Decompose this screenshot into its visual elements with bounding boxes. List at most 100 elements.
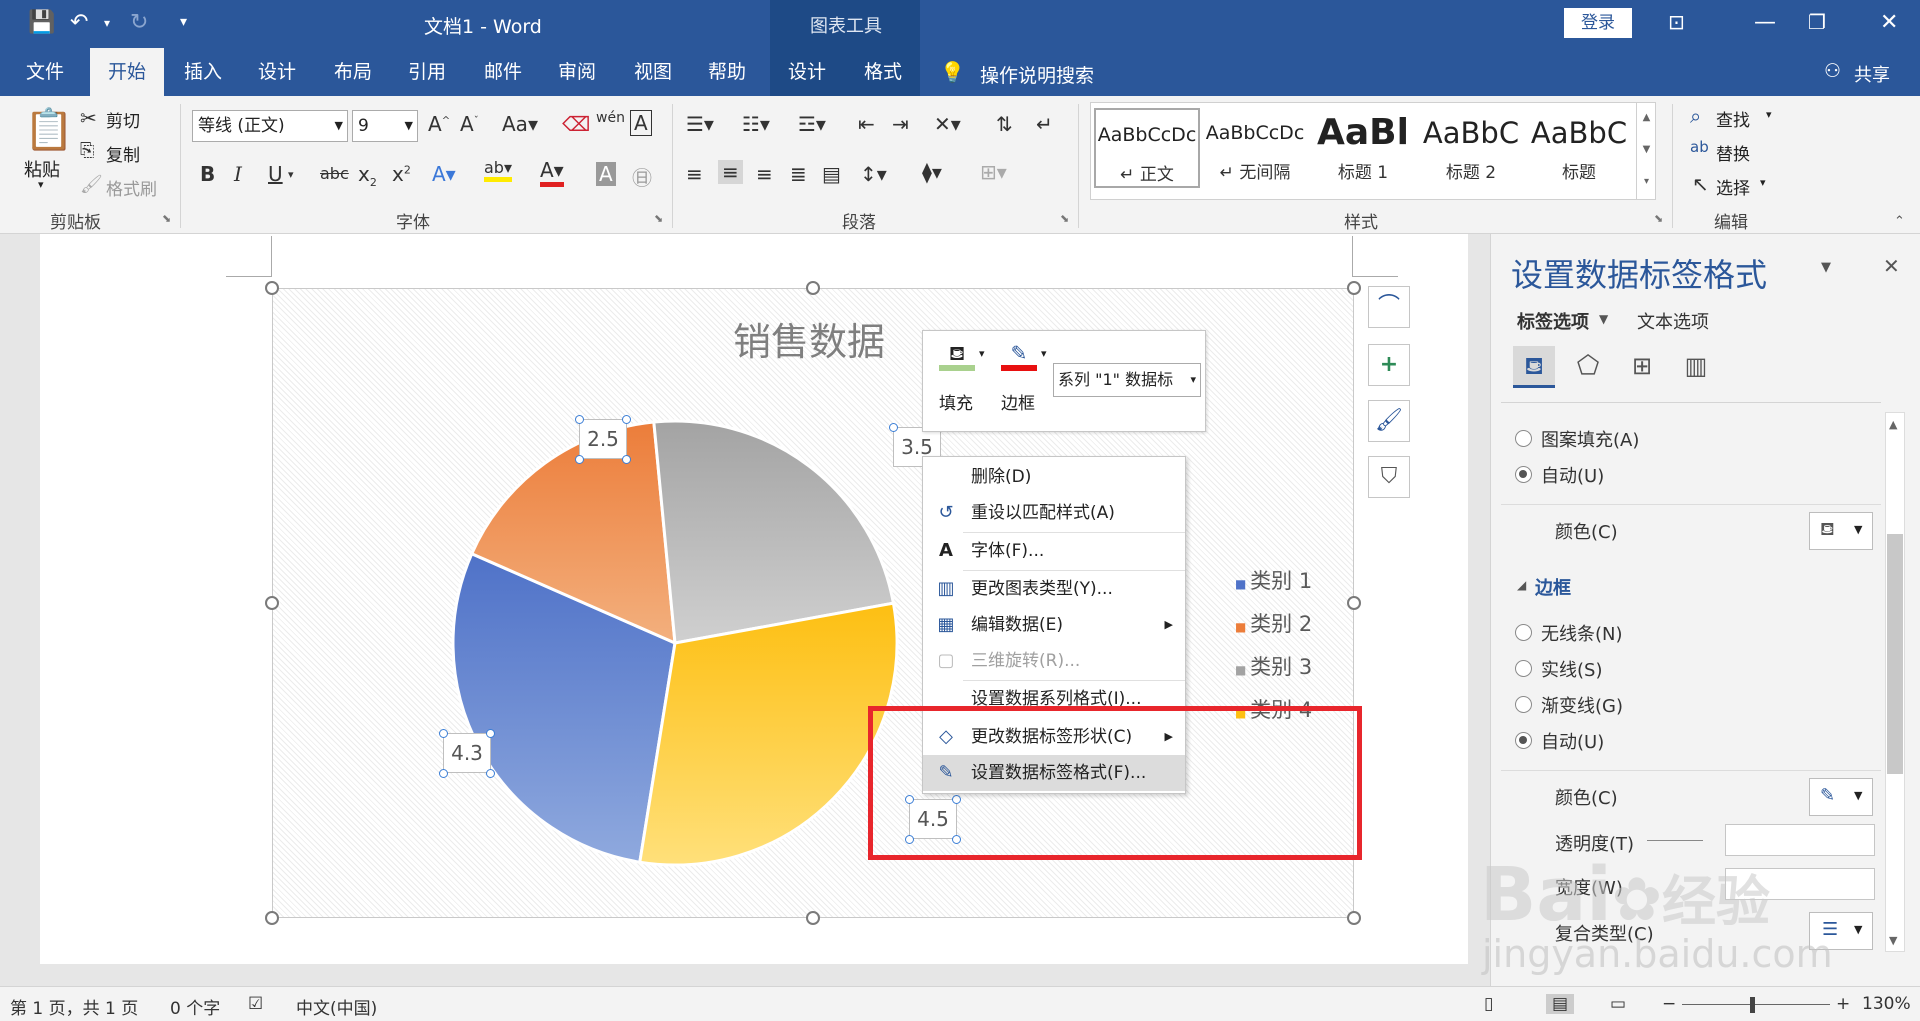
border-pen-icon[interactable]: ✎ [1001, 341, 1037, 371]
style-no-spacing[interactable]: AaBbCcDc ↵ 无间隔 [1202, 108, 1308, 188]
option-fill-auto[interactable]: 自动(U) [1541, 462, 1604, 488]
ribbon-display-options-icon[interactable]: ⊡ [1668, 10, 1685, 34]
font-name-combo[interactable]: 等线 (正文) ▼ [192, 110, 348, 142]
border-dropdown-icon[interactable]: ▾ [1041, 347, 1047, 360]
strikethrough-icon[interactable]: abc [320, 164, 349, 183]
menu-item-reset-style[interactable]: ↺ 重设以匹配样式(A) [923, 495, 1185, 531]
minimize-icon[interactable]: — [1754, 10, 1776, 35]
web-layout-icon[interactable]: ▭ [1610, 994, 1626, 1014]
multilevel-list-icon[interactable]: ☲▾ [798, 112, 826, 136]
close-icon[interactable]: ✕ [1880, 10, 1898, 35]
radio-pattern-fill[interactable] [1515, 430, 1532, 447]
tab-chart-design[interactable]: 设计 [770, 48, 844, 96]
align-center-icon[interactable]: ≡ [718, 160, 743, 184]
distributed-icon[interactable]: ▤ [822, 162, 841, 186]
show-marks-icon[interactable]: ↵ [1036, 112, 1053, 136]
size-properties-icon[interactable]: ⊞ [1621, 346, 1663, 388]
phonetic-guide-icon[interactable]: wén [596, 110, 625, 126]
style-title[interactable]: AaBbC 标题 [1526, 108, 1632, 188]
borders-icon[interactable]: ⊞▾ [980, 160, 1007, 184]
tab-insert[interactable]: 插入 [166, 48, 240, 96]
style-heading-2[interactable]: AaBbC 标题 2 [1418, 108, 1524, 188]
resize-handle[interactable] [806, 911, 820, 925]
layout-options-icon[interactable]: ⌒ [1368, 286, 1410, 328]
italic-icon[interactable]: I [234, 162, 242, 186]
decrease-indent-icon[interactable]: ⇤ [858, 112, 875, 136]
fill-button-label[interactable]: 填充 [939, 389, 973, 414]
find-button[interactable]: 查找 [1716, 106, 1750, 131]
series-select-combo[interactable]: 系列 "1" 数据标 ▾ [1053, 363, 1201, 397]
tab-references[interactable]: 引用 [390, 48, 464, 96]
clipboard-launcher-icon[interactable]: ⬊ [162, 212, 171, 225]
replace-button[interactable]: 替换 [1716, 140, 1750, 165]
fill-color-picker[interactable]: ⛾ ▼ [1809, 512, 1873, 550]
chinese-layout-icon[interactable]: ✕▾ [934, 112, 961, 136]
resize-handle[interactable] [265, 596, 279, 610]
character-shading-icon[interactable]: A [596, 162, 616, 186]
paste-dropdown-icon[interactable]: ▾ [38, 178, 44, 191]
effects-pentagon-icon[interactable]: ⬠ [1567, 346, 1609, 388]
collapse-ribbon-icon[interactable]: ⌃ [1894, 214, 1905, 229]
tab-chart-format[interactable]: 格式 [846, 48, 920, 96]
tab-view[interactable]: 视图 [616, 48, 690, 96]
label-handle[interactable] [486, 729, 495, 738]
scroll-down-icon[interactable]: ▼ [1889, 934, 1897, 947]
numbering-icon[interactable]: ☷▾ [742, 112, 770, 136]
enclose-characters-icon[interactable]: ㊐ [632, 162, 652, 191]
fill-line-category-icon[interactable]: ⛾ [1513, 346, 1555, 388]
data-label[interactable]: 4.3 [443, 733, 491, 773]
font-launcher-icon[interactable]: ⬊ [654, 212, 663, 225]
paragraph-launcher-icon[interactable]: ⬊ [1060, 212, 1069, 225]
border-section-heading[interactable]: 边框 [1535, 574, 1571, 600]
zoom-thumb[interactable] [1750, 997, 1755, 1013]
styles-launcher-icon[interactable]: ⬊ [1654, 212, 1663, 225]
tell-me-search[interactable]: 操作说明搜索 [980, 61, 1094, 88]
option-no-line[interactable]: 无线条(N) [1541, 620, 1623, 646]
line-color-picker[interactable]: ✎ ▼ [1809, 778, 1873, 816]
copy-button[interactable]: 复制 [106, 141, 140, 166]
resize-handle[interactable] [806, 281, 820, 295]
justify-icon[interactable]: ≣ [790, 162, 807, 186]
tab-text-options[interactable]: 文本选项 [1637, 308, 1709, 334]
chart-elements-plus-icon[interactable]: + [1368, 344, 1410, 386]
tab-home[interactable]: 开始 [90, 48, 165, 96]
resize-handle[interactable] [1347, 281, 1361, 295]
label-options-dropdown-icon[interactable]: ▼ [1599, 312, 1608, 326]
format-painter-button[interactable]: 格式刷 [106, 175, 157, 200]
transparency-slider[interactable] [1647, 840, 1703, 841]
clear-formatting-icon[interactable]: ⌫ [562, 112, 590, 136]
resize-handle[interactable] [265, 911, 279, 925]
paste-icon[interactable]: 📋 [24, 106, 74, 153]
zoom-level[interactable]: 130% [1862, 994, 1911, 1014]
cut-button[interactable]: 剪切 [106, 107, 140, 132]
proofing-icon[interactable]: ☑ [248, 994, 263, 1014]
zoom-out-icon[interactable]: − [1662, 994, 1676, 1014]
shading-icon[interactable]: ⧫▾ [922, 160, 942, 184]
grow-font-icon[interactable]: A^ [428, 112, 450, 136]
label-handle[interactable] [486, 769, 495, 778]
customize-quick-access-icon[interactable]: ▾ [180, 14, 187, 30]
undo-icon[interactable]: ↶ [70, 10, 88, 35]
redo-icon[interactable]: ↻ [130, 10, 148, 35]
print-layout-icon[interactable]: ▤ [1546, 994, 1575, 1014]
line-spacing-icon[interactable]: ↕▾ [860, 162, 887, 186]
underline-dropdown-icon[interactable]: ▾ [288, 168, 294, 181]
read-mode-icon[interactable]: ▯ [1484, 994, 1493, 1014]
tab-layout[interactable]: 布局 [316, 48, 390, 96]
border-button-label[interactable]: 边框 [1001, 389, 1035, 414]
pie-slice-4[interactable] [638, 601, 899, 867]
label-handle[interactable] [575, 415, 584, 424]
undo-dropdown-icon[interactable]: ▾ [104, 16, 110, 30]
highlight-color-icon[interactable]: ab▾ [484, 158, 512, 182]
zoom-in-icon[interactable]: + [1836, 994, 1850, 1014]
label-handle[interactable] [439, 769, 448, 778]
label-handle[interactable] [622, 455, 631, 464]
radio-solid-line[interactable] [1515, 660, 1532, 677]
label-handle[interactable] [575, 455, 584, 464]
label-options-chart-icon[interactable]: ▥ [1675, 346, 1717, 388]
option-pattern-fill[interactable]: 图案填充(A) [1541, 426, 1639, 452]
fill-bucket-icon[interactable]: ⛾ [939, 341, 975, 371]
find-dropdown-icon[interactable]: ▾ [1766, 108, 1772, 121]
data-label[interactable]: 2.5 [579, 419, 627, 459]
tab-label-options[interactable]: 标签选项 [1517, 308, 1589, 334]
